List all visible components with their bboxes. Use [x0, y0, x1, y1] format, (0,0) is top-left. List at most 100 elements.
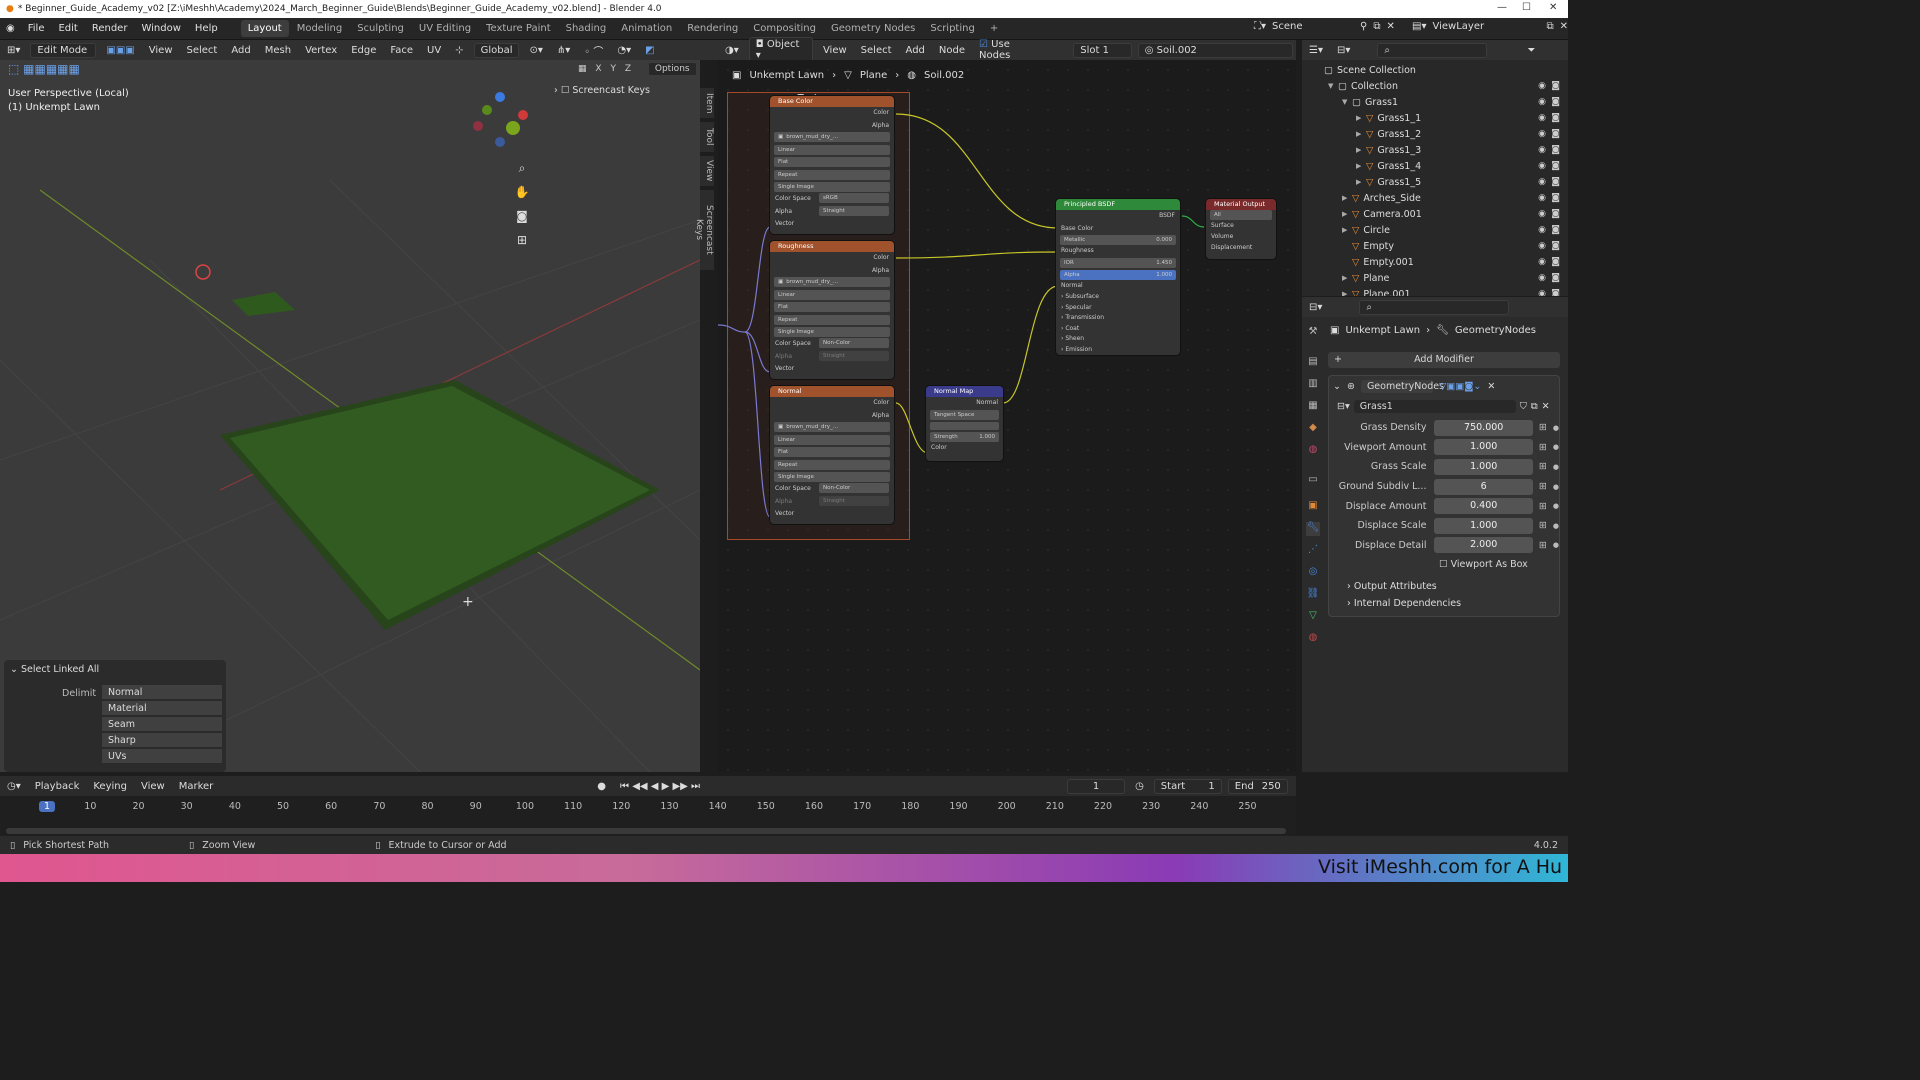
render-camera-icon[interactable]: ◙: [1551, 225, 1560, 235]
render-camera-icon[interactable]: ◙: [1551, 257, 1560, 267]
tab-texture-paint[interactable]: Texture Paint: [479, 20, 558, 37]
add-modifier-button[interactable]: + Add Modifier: [1328, 352, 1560, 368]
viewport-menu-add[interactable]: Add: [224, 43, 257, 58]
material-selector[interactable]: ◎ Soil.002: [1137, 42, 1293, 58]
alpha-mode-dropdown[interactable]: Straight: [819, 351, 889, 361]
color-space-dropdown[interactable]: Non-Color: [819, 483, 889, 493]
bsdf-panel-coat[interactable]: › Coat: [1056, 324, 1180, 335]
input-value-field[interactable]: 750.000: [1434, 419, 1533, 436]
bsdf-panel-specular[interactable]: › Specular: [1056, 303, 1180, 314]
timeline-menu-keying[interactable]: Keying: [86, 779, 134, 794]
bsdf-panel-sheen[interactable]: › Sheen: [1056, 334, 1180, 345]
side-tab-tool[interactable]: Tool: [700, 122, 714, 152]
data-tab-icon[interactable]: ▽: [1306, 610, 1320, 624]
option-dropdown[interactable]: Linear: [774, 144, 890, 155]
outliner-row[interactable]: ▽ Empty.001 ◉ ◙: [1302, 254, 1568, 270]
attribute-toggle-icon[interactable]: ⊞: [1539, 461, 1547, 472]
expand-toggle-icon[interactable]: ▶: [1356, 162, 1366, 170]
delimit-option-seam[interactable]: Seam: [102, 717, 222, 732]
menu-window[interactable]: Window: [134, 23, 187, 34]
duplicate-icon[interactable]: ⧉: [1531, 401, 1538, 412]
keyframe-dot-icon[interactable]: ●: [1553, 463, 1559, 471]
end-frame-field[interactable]: End 250: [1227, 778, 1288, 794]
slot-dropdown[interactable]: Slot 1: [1073, 42, 1132, 58]
world-tab-icon[interactable]: ◍: [1306, 444, 1320, 458]
tool-tab-icon[interactable]: ⚒: [1306, 326, 1320, 340]
expand-toggle-icon[interactable]: ▶: [1342, 274, 1352, 282]
side-tab-screencast[interactable]: Screencast Keys: [694, 190, 714, 270]
visibility-eye-icon[interactable]: ◉: [1538, 145, 1546, 155]
target-dropdown[interactable]: All: [1210, 210, 1272, 220]
viewport-menu-uv[interactable]: UV: [420, 43, 448, 58]
alpha-output-socket[interactable]: Alpha: [770, 410, 894, 423]
axis-y-toggle[interactable]: Y: [610, 64, 616, 74]
roughness-socket[interactable]: Roughness: [1056, 245, 1180, 258]
principled-bsdf-node[interactable]: Principled BSDF BSDF Base Color Metallic…: [1056, 199, 1180, 355]
visibility-eye-icon[interactable]: ◉: [1538, 257, 1546, 267]
chevron-down-icon[interactable]: ⌄: [1333, 381, 1341, 392]
render-camera-icon[interactable]: ◙: [1551, 161, 1560, 171]
options-dropdown[interactable]: Options: [647, 62, 697, 76]
viewport-as-box-row[interactable]: ☐ Viewport As Box: [1329, 555, 1559, 575]
modifier-tab-icon[interactable]: 🔧︎: [1306, 522, 1320, 536]
alpha-output-socket[interactable]: Alpha: [770, 120, 894, 133]
output-tab-icon[interactable]: ▥: [1306, 378, 1320, 392]
render-camera-icon[interactable]: ◙: [1551, 81, 1560, 91]
visibility-eye-icon[interactable]: ◉: [1538, 129, 1546, 139]
maximize-button[interactable]: ☐: [1522, 2, 1531, 13]
side-tab-item[interactable]: Item: [700, 88, 714, 118]
visibility-eye-icon[interactable]: ◉: [1538, 273, 1546, 283]
outliner-row[interactable]: ▶ ▽ Arches_Side ◉ ◙: [1302, 190, 1568, 206]
normal-map-node[interactable]: Normal Map Normal Tangent Space Strength…: [926, 386, 1003, 461]
node-menu-node[interactable]: Node: [932, 43, 972, 58]
image-selector[interactable]: ▣ brown_mud_dry_...: [774, 422, 890, 432]
bsdf-panel-subsurface[interactable]: › Subsurface: [1056, 292, 1180, 303]
visibility-eye-icon[interactable]: ◉: [1538, 193, 1546, 203]
color-output-socket[interactable]: Color: [770, 107, 894, 120]
image-selector[interactable]: ▣ brown_mud_dry_...: [774, 132, 890, 142]
attribute-toggle-icon[interactable]: ⊞: [1539, 501, 1547, 512]
option-dropdown[interactable]: Flat: [774, 447, 890, 457]
outliner-row[interactable]: ▶ ▽ Grass1_4 ◉ ◙: [1302, 158, 1568, 174]
keyframe-dot-icon[interactable]: ●: [1553, 443, 1559, 451]
input-value-field[interactable]: 0.400: [1434, 498, 1533, 515]
pin-icon[interactable]: ⚲: [1360, 21, 1367, 32]
node-tree-icon[interactable]: ⊟▾: [1337, 401, 1350, 412]
timeline-menu-playback[interactable]: Playback: [28, 779, 87, 794]
clock-icon[interactable]: ◷: [1128, 779, 1151, 794]
pivot-icon[interactable]: ⊙▾: [522, 43, 549, 58]
strength-field[interactable]: Strength 1.000: [930, 431, 999, 442]
outliner-row[interactable]: ▼ ▢ Grass1 ◉ ◙: [1302, 94, 1568, 110]
image-texture-node-normal[interactable]: Normal Color Alpha ▣ brown_mud_dry_... Linear…: [770, 386, 894, 524]
delete-viewlayer-icon[interactable]: ✕: [1560, 21, 1568, 32]
mode-dropdown[interactable]: Edit Mode: [30, 42, 97, 58]
object-tab-icon[interactable]: ▣: [1306, 500, 1320, 514]
render-camera-icon[interactable]: ◙: [1551, 289, 1560, 296]
editor-type-icon[interactable]: ◷▾: [0, 779, 28, 794]
particles-tab-icon[interactable]: ⋰: [1306, 544, 1320, 558]
expand-toggle-icon[interactable]: ▶: [1356, 178, 1366, 186]
option-dropdown[interactable]: Repeat: [774, 459, 890, 470]
outliner-row[interactable]: ▶ ▽ Plane.001 ◉ ◙: [1302, 286, 1568, 297]
material-output-node[interactable]: Material Output All Surface Volume Displ…: [1206, 199, 1276, 259]
view-layer-tab-icon[interactable]: ▦: [1306, 400, 1320, 414]
color-space-dropdown[interactable]: Non-Color: [819, 338, 889, 348]
viewport-menu-face[interactable]: Face: [383, 43, 420, 58]
select-mode-icons[interactable]: ▣▣▣: [99, 43, 141, 58]
current-frame-field[interactable]: 1: [1067, 778, 1126, 794]
alpha-mode-dropdown[interactable]: Straight: [819, 206, 889, 216]
modifier-header[interactable]: ⌄ ⊛ GeometryNodes ▽▣▣◙⌄ ✕: [1329, 376, 1559, 396]
outliner-row[interactable]: ▼ ▢ Collection ◉ ◙: [1302, 78, 1568, 94]
vector-input-socket[interactable]: Vector: [770, 508, 894, 521]
outliner-row[interactable]: ▢ Scene Collection: [1302, 62, 1568, 78]
base-color-socket[interactable]: Base Color: [1056, 223, 1180, 236]
outliner-row[interactable]: ▶ ▽ Plane ◉ ◙: [1302, 270, 1568, 286]
outliner-search-input[interactable]: ⌕: [1377, 42, 1488, 58]
alpha-row[interactable]: Alpha Straight: [770, 495, 894, 508]
keyframe-dot-icon[interactable]: ●: [1553, 424, 1559, 432]
editor-type-icon[interactable]: ⊟▾: [1302, 300, 1329, 315]
tab-geometry-nodes[interactable]: Geometry Nodes: [824, 20, 922, 37]
bsdf-output-socket[interactable]: BSDF: [1056, 210, 1180, 223]
unlink-icon[interactable]: ✕: [1542, 401, 1550, 412]
minimize-button[interactable]: —: [1497, 2, 1507, 13]
